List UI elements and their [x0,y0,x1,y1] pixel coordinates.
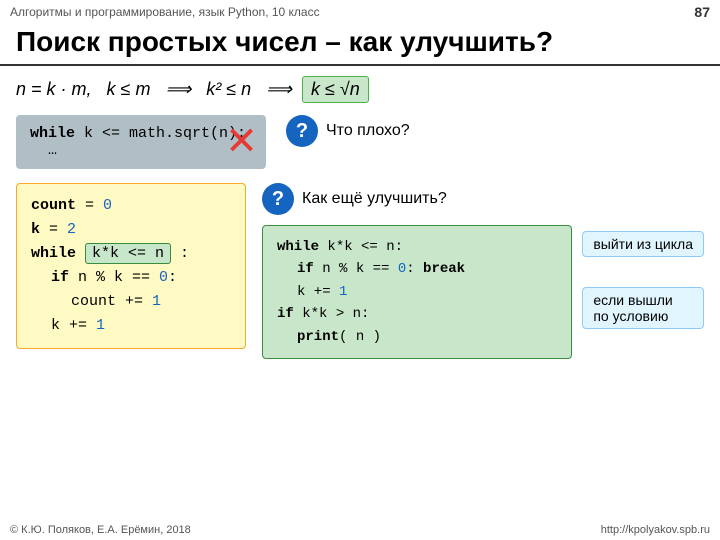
bad-code-line2: … [30,142,252,159]
left-line4: if n % k == 0: [51,266,231,290]
tooltip-exit-condition: если вышли по условию [582,287,704,329]
left-code-block: count = 0 k = 2 while k*k <= n : if n % … [16,183,246,349]
while-condition-highlight: k*k <= n [85,243,171,264]
green-code-block: while k*k <= n: if n % k == 0: break k +… [262,225,572,359]
green-line1: while k*k <= n: [277,236,557,258]
tooltip-exit-loop: выйти из цикла [582,231,704,257]
math-text: n = k · m, k ≤ m ⟹ k² ≤ n ⟹ [16,79,292,100]
math-line: n = k · m, k ≤ m ⟹ k² ≤ n ⟹ k ≤ √n [16,76,704,103]
question-icon-improve: ? [262,183,294,215]
callout-bad-text: Что плохо? [326,122,410,140]
bad-code-line1: while k <= math.sqrt(n): [30,125,252,142]
right-column: ? Как ещё улучшить? while k*k <= n: if n… [262,183,704,359]
page-number: 87 [694,4,710,20]
left-line6: k += 1 [51,314,231,338]
green-line5: print( n ) [297,326,557,348]
green-line3: k += 1 [297,281,557,303]
question-icon-bad: ? [286,115,318,147]
bad-x-icon: ✕ [227,118,256,166]
callout-bad: ? Что плохо? [286,115,410,147]
math-highlight: k ≤ √n [302,76,369,103]
bad-code-block: while k <= math.sqrt(n): … ✕ [16,115,266,169]
page-title: Поиск простых чисел – как улучшить? [0,24,720,66]
header-left: Алгоритмы и программирование, язык Pytho… [10,5,320,19]
green-line2: if n % k == 0: break [297,258,557,280]
left-line1: count = 0 [31,194,231,218]
left-line5: count += 1 [71,290,231,314]
footer-right: http://kpolyakov.spb.ru [601,524,710,536]
callout-improve-text: Как ещё улучшить? [302,190,447,208]
left-line3: while k*k <= n : [31,242,231,266]
footer-left: © К.Ю. Поляков, Е.А. Ерёмин, 2018 [10,524,191,536]
callout-improve-row: ? Как ещё улучшить? [262,183,704,215]
left-line2: k = 2 [31,218,231,242]
green-line4: if k*k > n: [277,303,557,325]
